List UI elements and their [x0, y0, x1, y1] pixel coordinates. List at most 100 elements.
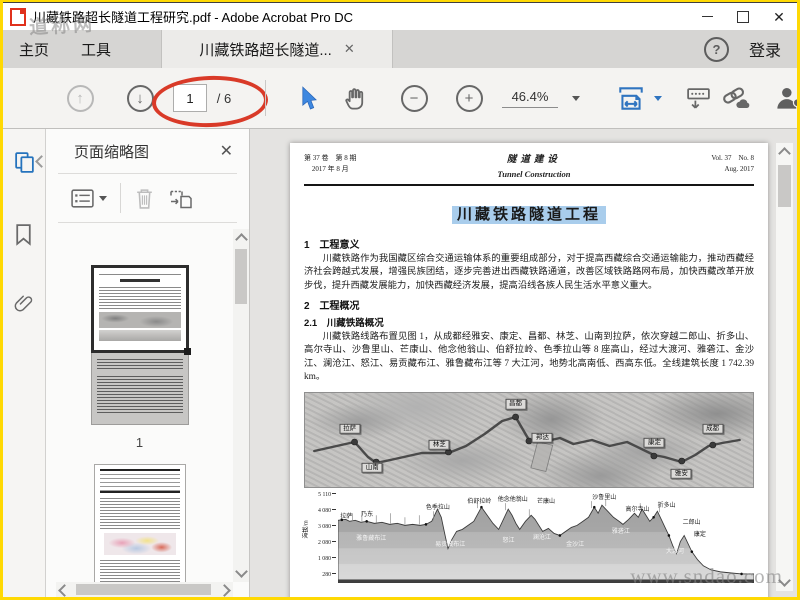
selected-title-text[interactable]: 川藏铁路隧道工程 — [451, 205, 606, 224]
zoom-dropdown-button[interactable] — [569, 68, 583, 128]
map-city-label: 康定 — [643, 437, 665, 448]
zoom-out-button[interactable]: − — [397, 68, 431, 128]
help-icon[interactable]: ? — [703, 36, 729, 62]
chevron-down-icon — [99, 195, 107, 201]
minimize-icon — [701, 16, 713, 17]
attachments-rail-button[interactable] — [13, 293, 34, 314]
map-city-label: 成都 — [702, 423, 724, 434]
river-label: 易贡藏布江 — [435, 541, 466, 548]
view-area-resize-handle[interactable] — [183, 348, 191, 355]
paperclip-icon — [14, 295, 33, 312]
watermark-bottom-right: www.sndao.com — [630, 564, 783, 588]
panel-horizontal-scrollbar[interactable] — [56, 582, 233, 597]
document-vertical-scrollbar[interactable] — [776, 143, 793, 591]
mountain-label: 康定 — [693, 531, 706, 538]
thumbnail-geo-map-image — [103, 533, 176, 555]
figure-1: 拉萨 山南 林芝 昌都 邦达 康定 雅安 成都 海拔/m 5 110 4 080 3 080 2 0… — [304, 391, 754, 583]
content-area: 页面缩略图 ✕ 1 第 37 卷 第 8 期 2017 年 8 月 隧道建设 T… — [3, 129, 797, 597]
axis-tick: 5 110 — [318, 492, 336, 498]
document-tab-close-icon[interactable]: ✕ — [344, 41, 355, 57]
share-link-button[interactable] — [717, 68, 753, 128]
mountain-label: 乃东 — [361, 512, 374, 519]
scroll-down-icon[interactable] — [235, 565, 248, 578]
zoom-level-field[interactable]: 46.4% — [498, 68, 562, 128]
panel-scrollbar-thumb[interactable] — [235, 249, 247, 304]
title-bar: 川藏铁路超长隧道工程研究.pdf - Adobe Acrobat Pro DC … — [3, 3, 797, 30]
navigation-rail — [3, 129, 48, 597]
maximize-button[interactable] — [725, 3, 761, 30]
page-thumbnails-rail-button[interactable] — [13, 151, 36, 174]
journal-header-center: 隧道建设 Tunnel Construction — [497, 155, 571, 179]
panel-close-icon[interactable]: ✕ — [220, 141, 233, 161]
panel-hscrollbar-thumb[interactable] — [76, 584, 211, 595]
zoom-in-button[interactable]: + — [452, 68, 486, 128]
thumbnail-page-1[interactable] — [90, 265, 191, 425]
mountain-label: 他念他翁山 — [497, 496, 528, 503]
next-page-button[interactable]: ↓ — [123, 68, 157, 128]
axis-tick: 2 080 — [318, 540, 336, 546]
bookmarks-rail-button[interactable] — [13, 223, 34, 246]
link-cloud-icon — [722, 87, 749, 108]
acrobat-window: 川藏铁路超长隧道工程研究.pdf - Adobe Acrobat Pro DC … — [3, 2, 797, 597]
thumbnail-1-visible-area[interactable] — [90, 265, 191, 355]
section-1-paragraph: 川藏铁路作为我国藏区综合交通运输体系的重要组成部分，对于提高西藏综合交通运输能力… — [304, 253, 754, 292]
elevation-axis-ticks: 5 110 4 080 3 080 2 080 1 080 280 — [304, 492, 336, 578]
zoom-level-value: 46.4% — [501, 89, 559, 108]
thumbnail-options-button[interactable] — [70, 188, 107, 209]
scroll-up-icon[interactable] — [235, 233, 248, 246]
screenshot-root: 川藏铁路超长隧道工程研究.pdf - Adobe Acrobat Pro DC … — [0, 0, 800, 600]
acrobat-app-icon — [10, 7, 26, 26]
maximize-icon — [737, 10, 749, 23]
map-city-label: 雅安 — [670, 468, 692, 479]
axis-tick: 4 080 — [318, 508, 336, 514]
mountain-label: 二郎山 — [682, 519, 701, 526]
page-number-input[interactable] — [173, 84, 207, 112]
mountain-label: 芒康山 — [536, 499, 556, 506]
panel-vertical-scrollbar[interactable] — [233, 229, 249, 582]
delete-pages-button[interactable] — [134, 187, 155, 210]
close-button[interactable]: ✕ — [761, 3, 797, 30]
scroll-up-icon[interactable] — [778, 147, 791, 160]
thumbnails-panel-header: 页面缩略图 ✕ — [46, 129, 249, 173]
arrow-up-icon: ↑ — [66, 84, 94, 112]
people-share-button[interactable] — [771, 68, 797, 128]
minimize-button[interactable] — [689, 3, 725, 30]
thumbnail-list: 1 — [46, 229, 233, 582]
page-total-label: / 6 — [216, 90, 232, 106]
select-tool-button[interactable] — [291, 68, 325, 128]
scroll-left-icon[interactable] — [58, 584, 71, 597]
document-tab[interactable]: 川藏铁路超长隧道... ✕ — [161, 30, 394, 68]
journal-header: 第 37 卷 第 8 期 2017 年 8 月 隧道建设 Tunnel Cons… — [304, 153, 754, 181]
fit-width-icon — [619, 86, 643, 110]
previous-page-button[interactable]: ↑ — [63, 68, 97, 128]
hand-tool-button[interactable] — [339, 68, 373, 128]
thumbnails-toolbar — [46, 174, 249, 222]
axis-tick: 1 080 — [318, 556, 336, 562]
fill-sign-button[interactable] — [681, 68, 715, 128]
watermark-top-left: 道称网 — [28, 14, 96, 39]
scroll-right-icon[interactable] — [218, 584, 231, 597]
pdf-page-1: 第 37 卷 第 8 期 2017 年 8 月 隧道建设 Tunnel Cons… — [290, 143, 768, 597]
thumbnails-panel: 页面缩略图 ✕ 1 — [46, 129, 250, 597]
section-2-1-paragraph: 川藏铁路线路布置见图 1，从成都经雅安、康定、昌都、林芝、山南到拉萨，依次穿越二… — [304, 331, 754, 383]
trash-icon — [137, 188, 152, 209]
river-label: 大渡河 — [665, 549, 684, 556]
menubar-right: ? 登录 — [703, 30, 797, 68]
fit-options-dropdown[interactable] — [651, 68, 665, 128]
route-map-image: 拉萨 山南 林芝 昌都 邦达 康定 雅安 成都 — [304, 391, 754, 488]
map-city-label: 林芝 — [428, 439, 450, 450]
header-rule — [304, 183, 754, 186]
page-number-field[interactable] — [173, 68, 207, 128]
sign-in-button[interactable]: 登录 — [749, 37, 781, 61]
document-scrollbar-thumb[interactable] — [778, 165, 791, 207]
journal-header-left: 第 37 卷 第 8 期 2017 年 8 月 — [304, 154, 357, 173]
river-label: 雅鲁藏布江 — [356, 536, 387, 543]
minus-icon: − — [400, 84, 428, 112]
thumbnail-1-label: 1 — [135, 435, 144, 450]
axis-tick: 280 — [322, 572, 336, 578]
fit-width-button[interactable] — [611, 68, 651, 128]
mountain-label: 高尔寺山 — [625, 506, 650, 513]
thumbnail-page-2[interactable] — [93, 464, 186, 582]
crop-pages-button[interactable] — [168, 187, 194, 210]
toolbar-divider — [265, 80, 266, 116]
